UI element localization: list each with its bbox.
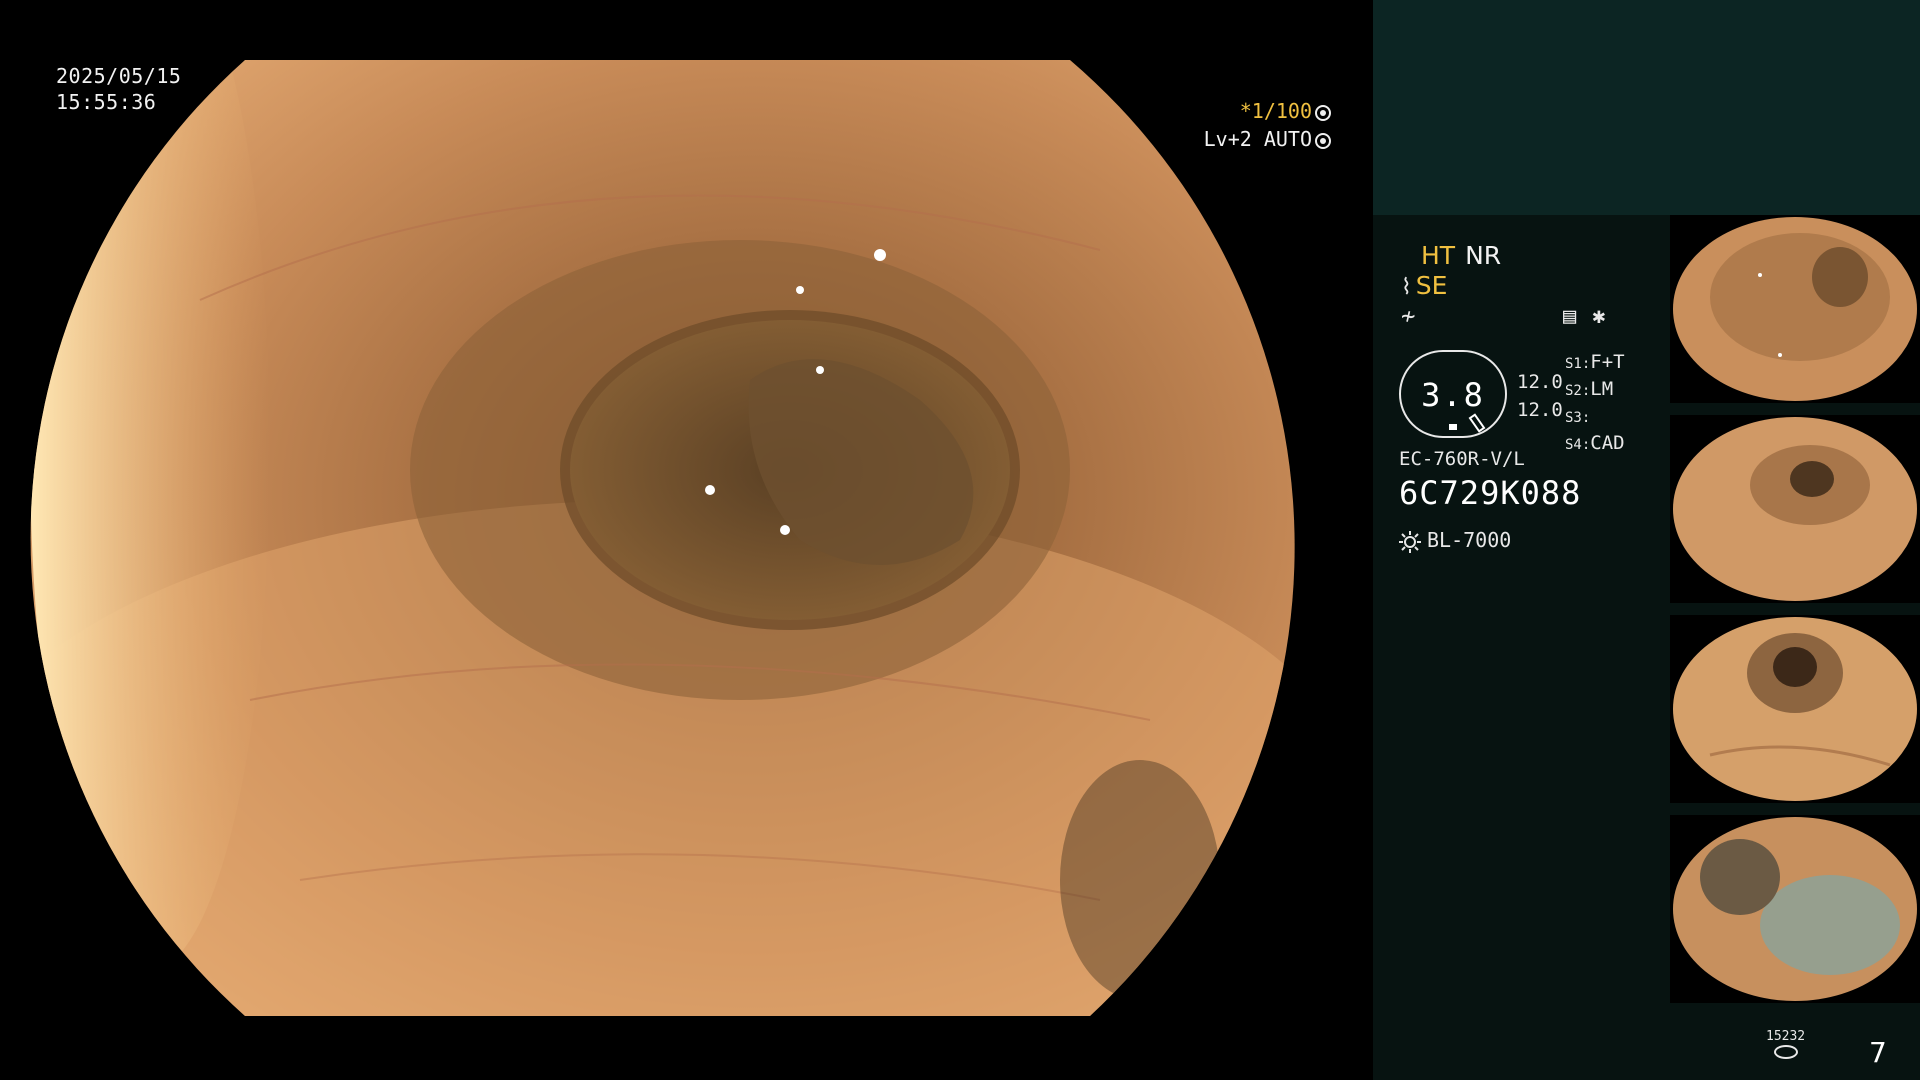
info-panel: HT NR ⌇ SE ≁ ▤ ✱ 3.8 12.0 12.0 S1:F+T S2:LM…	[1373, 0, 1920, 1080]
s1-value: F+T	[1590, 351, 1625, 373]
switch-s1: S1:F+T	[1565, 350, 1625, 377]
thumbnail-2[interactable]	[1670, 415, 1920, 603]
mode-row-ht-nr: HT NR	[1421, 242, 1501, 270]
switch-settings: S1:F+T S2:LM S3: S4:CAD	[1565, 350, 1625, 458]
asterisk-icon: ✱	[1592, 304, 1606, 329]
light-source-text: BL-7000	[1427, 528, 1512, 552]
scope-model: EC-760R-V/L	[1399, 448, 1525, 470]
status-icons: ▤ ✱	[1563, 304, 1622, 329]
s2-key: S2:	[1565, 383, 1591, 399]
date-text: 2025/05/15	[56, 64, 182, 88]
gauge-value: 3.8	[1421, 376, 1485, 414]
mode-ht: HT	[1421, 241, 1456, 270]
s3-key: S3:	[1565, 410, 1591, 426]
mode-se: SE	[1415, 271, 1448, 300]
light-source: BL-7000	[1399, 528, 1511, 553]
structure-icon: ⌇	[1401, 275, 1412, 300]
s4-value: CAD	[1590, 432, 1625, 454]
s1-key: S1:	[1565, 356, 1591, 372]
panel-header	[1373, 0, 1920, 215]
time-text: 15:55:36	[56, 90, 157, 114]
endoscope-view: 2025/05/15 15:55:36 *1/100 Lv+2 AUTO	[0, 0, 1373, 1080]
level-a: 12.0	[1517, 371, 1563, 393]
thumbnail-4[interactable]	[1670, 815, 1920, 1003]
s2-value: LM	[1590, 378, 1614, 400]
mode-row-se: ⌇ SE	[1401, 272, 1447, 302]
iris-icon	[1315, 132, 1331, 149]
switch-s2: S2:LM	[1565, 377, 1625, 404]
settings-icon: ▤	[1563, 304, 1577, 329]
gauge-bar	[1449, 424, 1457, 430]
image-count: 7	[1869, 1036, 1887, 1069]
shutter-text: *1/100	[1239, 99, 1312, 123]
record-status: 15232	[1766, 1030, 1805, 1059]
switch-s4: S4:CAD	[1565, 431, 1625, 458]
disk-icon	[1773, 1045, 1798, 1059]
endoscope-image	[30, 60, 1295, 1016]
light-icon	[1399, 530, 1421, 553]
thumbnail-image	[1670, 415, 1920, 603]
level-text: Lv+2 AUTO	[1203, 127, 1312, 151]
brightness-level: Lv+2 AUTO	[1204, 126, 1331, 152]
thumbnail-image	[1670, 215, 1920, 403]
datetime-overlay: 2025/05/15 15:55:36	[56, 63, 181, 115]
record-label: 15232	[1766, 1029, 1806, 1044]
thumbnail-image	[1670, 615, 1920, 803]
thumbnail-3[interactable]	[1670, 615, 1920, 803]
mode-nr: NR	[1465, 241, 1502, 270]
thumbnail-image	[1670, 815, 1920, 1003]
color-icon: ≁	[1401, 302, 1416, 330]
level-values: 12.0 12.0	[1517, 368, 1563, 424]
serial-number: 6C729K088	[1399, 474, 1582, 512]
level-b: 12.0	[1517, 399, 1563, 421]
thumbnail-1[interactable]	[1670, 215, 1920, 403]
switch-s3: S3:	[1565, 404, 1625, 431]
gauge-tick	[1468, 413, 1486, 433]
shutter-icon	[1315, 104, 1331, 121]
zoom-gauge: 3.8	[1399, 350, 1507, 438]
s4-key: S4:	[1565, 437, 1591, 453]
shutter-speed: *1/100	[1240, 98, 1331, 124]
